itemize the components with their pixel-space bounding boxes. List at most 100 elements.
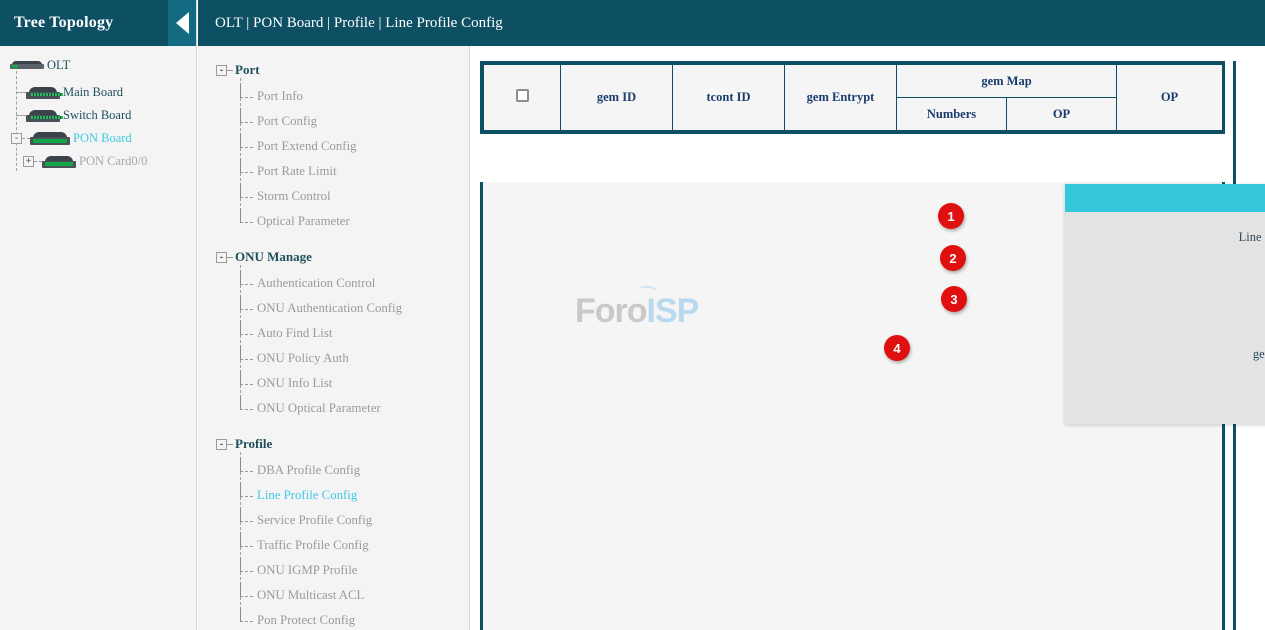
tcont-id-row: tcont ID ： 1 xyxy=(1065,294,1265,334)
annotation-badge-2: 2 xyxy=(940,245,966,271)
tcont-id-label: tcont ID xyxy=(1065,307,1265,322)
board-device-icon xyxy=(30,132,70,145)
menu-item-dba-profile-config[interactable]: DBA Profile Config xyxy=(198,458,469,483)
menu-item-onu-info-list[interactable]: ONU Info List xyxy=(198,371,469,396)
menu-item-storm-control[interactable]: Storm Control xyxy=(198,184,469,209)
table-header-row-1: gem ID tcont ID gem Entrypt gem Map OP xyxy=(484,65,1223,98)
menu-group-header-profile[interactable]: - Profile xyxy=(198,432,469,456)
watermark-text-foro: Foro xyxy=(575,292,647,330)
tree-node-pon-board[interactable]: - PON Board xyxy=(0,127,196,150)
navigation-menu: - Port Port Info Port Config Port Extend… xyxy=(198,46,470,630)
column-header-gem-map-op: OP xyxy=(1007,98,1117,131)
menu-item-label: ONU Multicast ACL xyxy=(257,588,364,603)
menu-group-onu-manage: - ONU Manage Authentication Control ONU … xyxy=(198,245,469,421)
menu-expander-icon[interactable]: - xyxy=(216,439,227,450)
menu-item-auto-find-list[interactable]: Auto Find List xyxy=(198,321,469,346)
column-header-gem-map: gem Map xyxy=(897,65,1117,98)
tree-expander-expand-icon[interactable]: + xyxy=(23,156,34,167)
main-content: ForoISP gem ID tcont ID gem Entrypt gem … xyxy=(471,46,1265,630)
tree-topology-body: OLT Main Board Switch Board - xyxy=(0,46,196,173)
tree-branch-icon xyxy=(240,117,253,127)
tree-node-label: PON Card0/0 xyxy=(78,154,147,169)
collapse-sidebar-button[interactable] xyxy=(168,0,196,46)
line-profile-id-label: Line Profile ID xyxy=(1065,230,1265,245)
tree-topology-title: Tree Topology xyxy=(0,14,113,32)
menu-group-items-port: Port Info Port Config Port Extend Config… xyxy=(198,82,469,234)
annotation-badge-4: 4 xyxy=(884,335,910,361)
breadcrumb: OLT | PON Board | Profile | Line Profile… xyxy=(198,15,503,32)
tree-expander-collapse-icon[interactable]: - xyxy=(11,133,22,144)
menu-item-traffic-profile-config[interactable]: Traffic Profile Config xyxy=(198,533,469,558)
tree-branch-icon xyxy=(240,541,253,551)
tree-branch-icon xyxy=(240,92,253,102)
page-root: Tree Topology OLT Main Board xyxy=(0,0,1265,630)
tree-branch-icon xyxy=(240,566,253,576)
board-device-icon xyxy=(26,87,60,99)
menu-item-label: Auto Find List xyxy=(257,326,332,341)
menu-group-items-profile: DBA Profile Config Line Profile Config S… xyxy=(198,456,469,630)
tree-branch-icon xyxy=(240,304,253,314)
column-header-gem-entrypt: gem Entrypt xyxy=(785,65,897,131)
tree-branch-icon xyxy=(240,354,253,364)
tree-branch-icon xyxy=(240,192,253,202)
menu-group-label: Profile xyxy=(235,436,272,452)
menu-group-label: ONU Manage xyxy=(235,249,312,265)
menu-item-label: Port Rate Limit xyxy=(257,164,337,179)
annotation-badge-3: 3 xyxy=(941,286,967,312)
menu-item-label: Port Config xyxy=(257,114,317,129)
column-header-tcont-id: tcont ID xyxy=(673,65,785,131)
tree-node-switch-board[interactable]: Switch Board xyxy=(0,104,196,127)
menu-item-line-profile-config[interactable]: Line Profile Config xyxy=(198,483,469,508)
menu-item-port-extend-config[interactable]: Port Extend Config xyxy=(198,134,469,159)
menu-item-onu-policy-auth[interactable]: ONU Policy Auth xyxy=(198,346,469,371)
menu-item-service-profile-config[interactable]: Service Profile Config xyxy=(198,508,469,533)
gem-add-dialog-body: Line Profile ID ： 1 gem ID ： tcont ID ： xyxy=(1065,212,1265,424)
menu-item-label: Port Info xyxy=(257,89,303,104)
menu-group-items-onu-manage: Authentication Control ONU Authenticatio… xyxy=(198,269,469,421)
tree-node-pon-card[interactable]: + PON Card0/0 xyxy=(0,150,196,173)
gem-id-row: gem ID ： xyxy=(1065,254,1265,294)
menu-group-header-onu-manage[interactable]: - ONU Manage xyxy=(198,245,469,269)
tree-topology-panel: Tree Topology OLT Main Board xyxy=(0,0,197,630)
annotation-badge-1: 1 xyxy=(938,203,964,229)
gem-add-dialog-header: gem Add X xyxy=(1065,184,1265,212)
menu-expander-icon[interactable]: - xyxy=(216,65,227,76)
card-device-icon xyxy=(42,156,76,168)
tree-node-main-board[interactable]: Main Board xyxy=(0,81,196,104)
menu-item-pon-protect-config[interactable]: Pon Protect Config xyxy=(198,608,469,630)
menu-item-port-config[interactable]: Port Config xyxy=(198,109,469,134)
menu-item-port-rate-limit[interactable]: Port Rate Limit xyxy=(198,159,469,184)
menu-item-label: Optical Parameter xyxy=(257,214,350,229)
menu-item-label: Storm Control xyxy=(257,189,331,204)
triangle-left-icon xyxy=(176,12,189,34)
gem-id-label: gem ID xyxy=(1065,267,1265,282)
menu-item-label: ONU Info List xyxy=(257,376,332,391)
menu-item-onu-authentication-config[interactable]: ONU Authentication Config xyxy=(198,296,469,321)
menu-item-optical-parameter[interactable]: Optical Parameter xyxy=(198,209,469,234)
menu-item-port-info[interactable]: Port Info xyxy=(198,84,469,109)
tree-node-olt[interactable]: OLT xyxy=(0,54,196,77)
menu-item-onu-multicast-acl[interactable]: ONU Multicast ACL xyxy=(198,583,469,608)
menu-item-authentication-control[interactable]: Authentication Control xyxy=(198,271,469,296)
tree-branch-end-icon xyxy=(240,404,253,414)
tree-branch-icon xyxy=(240,466,253,476)
tree-branch-icon xyxy=(240,516,253,526)
tree-branch-icon xyxy=(240,142,253,152)
gem-entrypt-row: gem Entrypt ： Disable xyxy=(1065,334,1265,374)
tree-branch-end-icon xyxy=(240,217,253,227)
confirm-row: Confirm xyxy=(1065,386,1265,414)
menu-expander-icon[interactable]: - xyxy=(216,252,227,263)
menu-item-onu-optical-parameter[interactable]: ONU Optical Parameter xyxy=(198,396,469,421)
tree-branch-icon xyxy=(240,279,253,289)
menu-group-profile: - Profile DBA Profile Config Line Profil… xyxy=(198,432,469,630)
tree-branch-icon xyxy=(240,591,253,601)
menu-item-label: ONU Authentication Config xyxy=(257,301,402,316)
menu-item-onu-igmp-profile[interactable]: ONU IGMP Profile xyxy=(198,558,469,583)
table-select-all-cell xyxy=(484,65,561,131)
column-header-gem-map-numbers: Numbers xyxy=(897,98,1007,131)
menu-item-label: Port Extend Config xyxy=(257,139,357,154)
line-profile-id-row: Line Profile ID ： 1 xyxy=(1065,220,1265,254)
select-all-checkbox[interactable] xyxy=(516,89,529,102)
tree-topology-header: Tree Topology xyxy=(0,0,196,46)
menu-group-header-port[interactable]: - Port xyxy=(198,58,469,82)
